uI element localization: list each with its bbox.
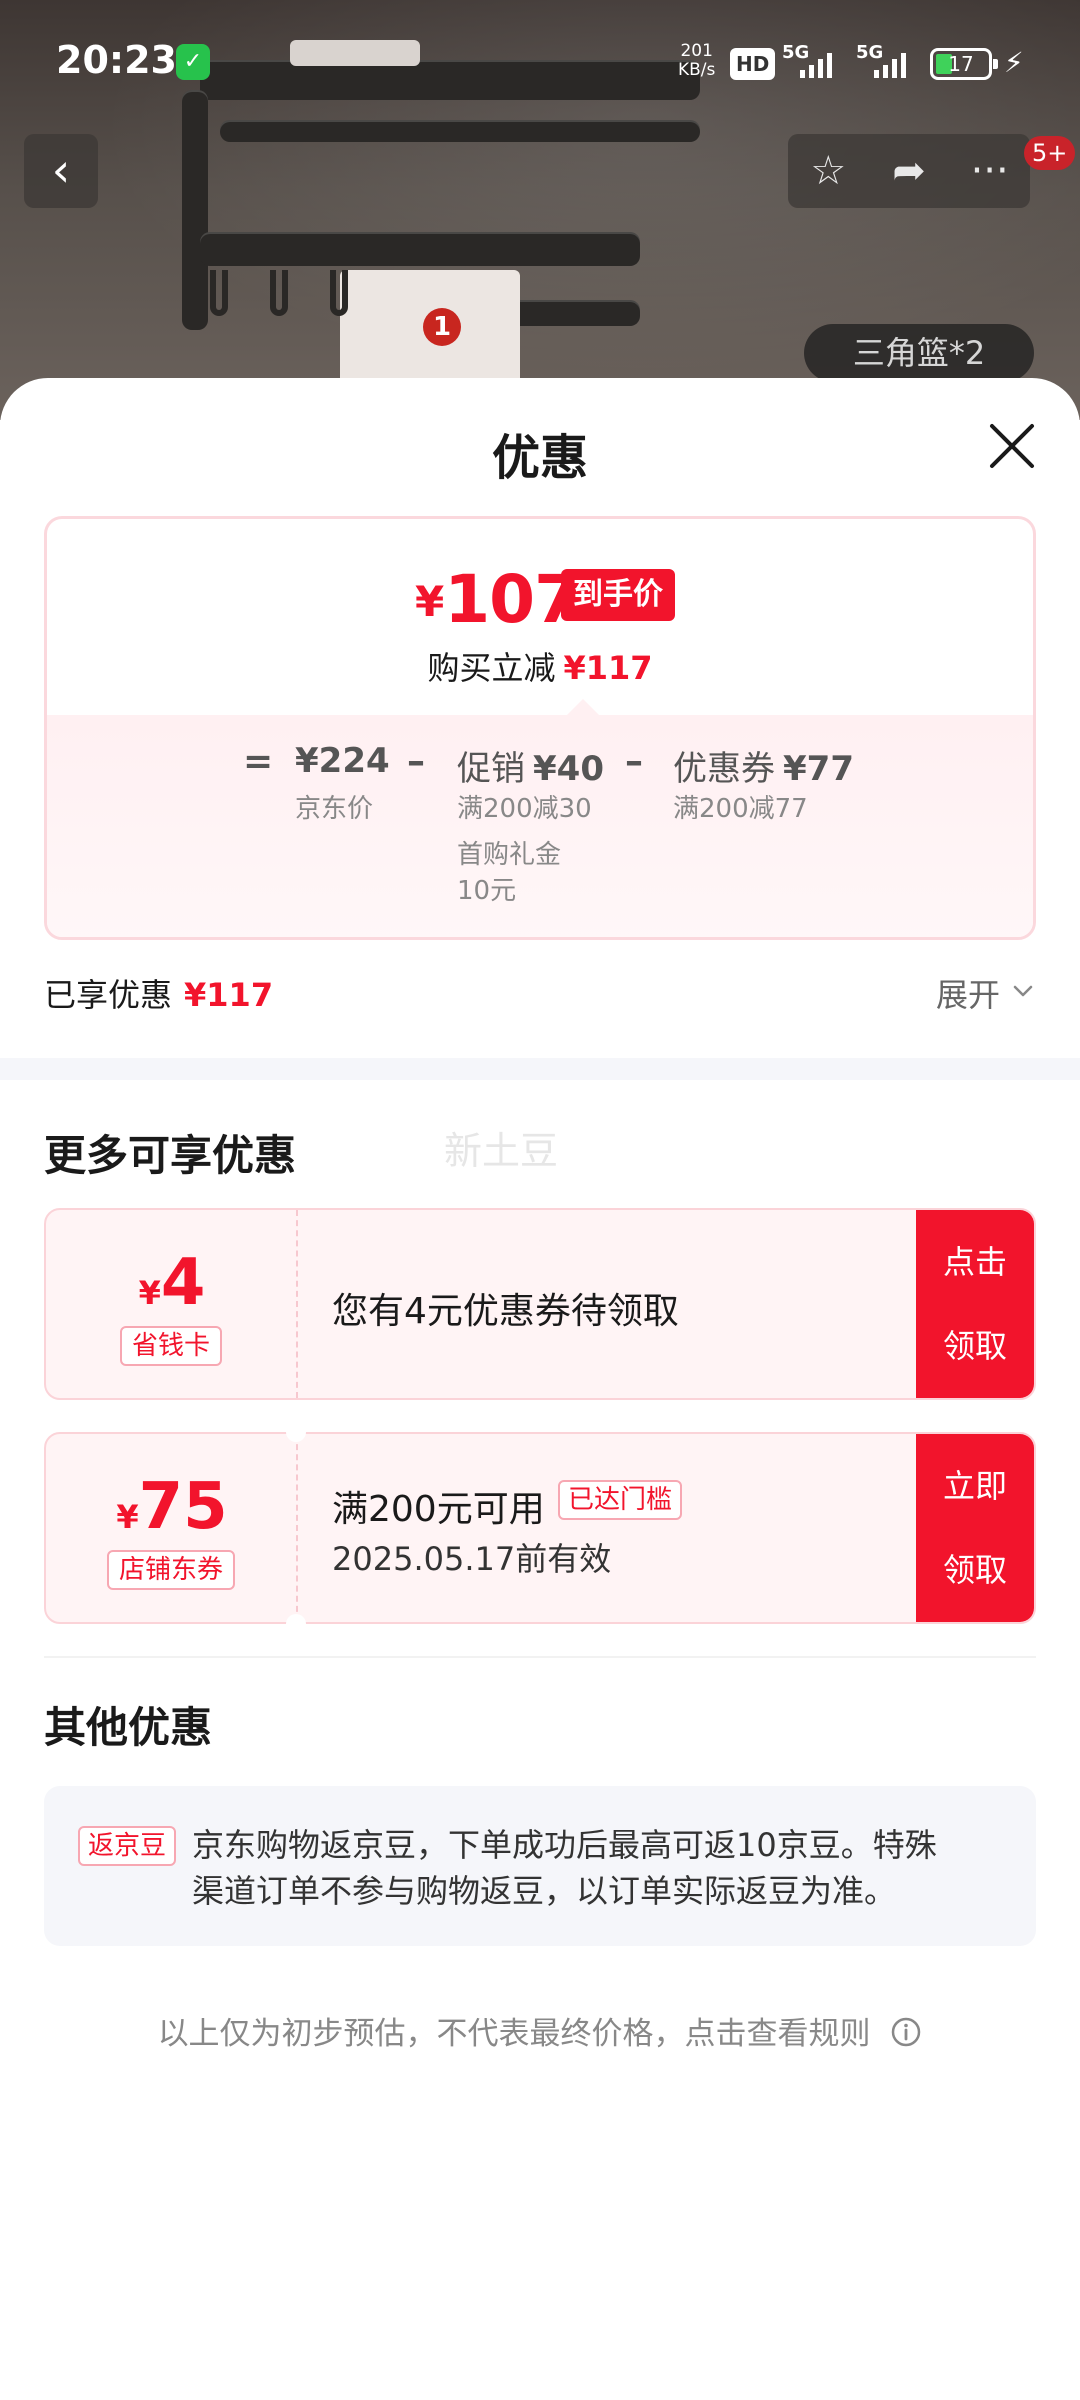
expand-button[interactable]: 展开 [936, 970, 1000, 1016]
rebate-tag: 返京豆 [78, 1826, 177, 1866]
coupon-validity: 2025.05.17前有效 [332, 1540, 612, 1578]
enjoyed-value: ¥117 [184, 976, 274, 1014]
claim-button-line-2: 领取 [942, 1551, 1007, 1589]
equals-sign: = [243, 741, 274, 782]
coupon-amount-value: 4 [160, 1246, 206, 1320]
enjoyed-label: 已享优惠 [44, 976, 173, 1014]
minus-sign: – [407, 741, 425, 782]
product-tag: 三角篮*2 [804, 324, 1034, 382]
minus-sign: – [625, 741, 643, 782]
claim-button-line-2: 领取 [942, 1327, 1007, 1365]
more-discounts-title: 更多可享优惠 [44, 1131, 297, 1180]
rack-bottom-bar [500, 300, 640, 326]
coupon-type-tag: 店铺东券 [106, 1550, 236, 1590]
speed-value: 201 [680, 41, 713, 61]
coupon-cutout [286, 1614, 306, 1634]
battery-icon: 17 [930, 48, 998, 80]
first-purchase-gift: 首购礼金 [457, 840, 562, 870]
discount-sheet: 优惠 ¥107 到手价 购买立减 ¥117 = ¥224 京东价 – 促销 ¥40 … [0, 378, 1080, 2400]
rack-upright [182, 90, 208, 330]
more-icon[interactable]: ··· [955, 134, 1025, 208]
coupon-amount: 优惠券 ¥77 [673, 741, 854, 790]
currency-symbol: ¥ [116, 1498, 139, 1536]
close-icon[interactable] [982, 416, 1042, 476]
rebate-description: 京东购物返京豆，下单成功后最高可返10京豆。特殊 渠道订单不参与购物返豆，以订单… [192, 1822, 982, 1914]
pointer-notch [567, 699, 599, 715]
base-price-label: 京东价 [295, 794, 374, 824]
coupon-value-area: ¥75 店铺东券 [46, 1434, 298, 1622]
base-price: ¥224 [295, 741, 390, 781]
section-divider [0, 1058, 1080, 1080]
chevron-down-icon[interactable] [1012, 980, 1034, 1002]
status-bar: 20:23 ✓ 201 KB/s HD 5G 5G 17 ⚡ [0, 0, 1080, 120]
star-icon[interactable]: ☆ [793, 134, 863, 208]
claim-button-line-1: 立即 [942, 1467, 1007, 1505]
claim-button[interactable]: 点击 领取 [916, 1210, 1034, 1398]
back-button[interactable]: ‹ [24, 134, 98, 208]
promo-amount: 促销 ¥40 [457, 741, 604, 790]
rack-lower-bar [200, 232, 640, 266]
threshold-reached-tag: 已达门槛 [558, 1480, 683, 1520]
coupon-amount: ¥4 [46, 1246, 298, 1320]
jingdou-rebate-info: 返京豆 京东购物返京豆，下单成功后最高可返10京豆。特殊 渠道订单不参与购物返豆… [44, 1786, 1036, 1946]
claim-button[interactable]: 立即 领取 [916, 1434, 1034, 1622]
rules-link[interactable]: 以上仅为初步预估，不代表最终价格，点击查看规则 [0, 2008, 1080, 2053]
coupon-rule: 满200减77 [673, 794, 808, 824]
nav-actions: ☆ ➦ ··· [788, 134, 1030, 208]
hook [210, 270, 228, 316]
signal-2-icon [874, 52, 906, 78]
coupon-amount-value: 75 [138, 1470, 228, 1544]
coupon-value-area: ¥4 省钱卡 [46, 1210, 298, 1398]
coupon-amount: ¥75 [46, 1470, 298, 1544]
divider-line [44, 1656, 1036, 1658]
rules-link-text: 以上仅为初步预估，不代表最终价格，点击查看规则 [157, 2016, 871, 2052]
first-purchase-gift-amount: 10元 [457, 876, 517, 906]
shield-icon: ✓ [176, 44, 210, 80]
charging-icon: ⚡ [1004, 46, 1024, 79]
price-breakdown-card: ¥107 到手价 购买立减 ¥117 = ¥224 京东价 – 促销 ¥40 满20… [44, 516, 1036, 940]
info-icon [892, 2017, 921, 2047]
price-formula: = ¥224 京东价 – 促销 ¥40 满200减30 首购礼金 10元 – 优惠… [47, 715, 1033, 937]
final-price-badge: 到手价 [561, 569, 675, 621]
back-icon: ‹ [51, 143, 71, 197]
sheet-title: 优惠 [491, 430, 588, 486]
message-count-badge: 5+ [1024, 136, 1076, 170]
coupon-description: 满200元可用 [332, 1489, 545, 1530]
rebate-line-2: 渠道订单不参与购物返豆，以订单实际返豆为准。 [192, 1872, 897, 1910]
claim-button-line-1: 点击 [942, 1243, 1007, 1281]
hd-indicator: HD [730, 48, 776, 80]
promo-value: ¥40 [533, 749, 604, 789]
currency-symbol: ¥ [138, 1274, 161, 1312]
final-price-area: ¥107 到手价 购买立减 ¥117 [47, 519, 1033, 715]
rack-middle-bar [220, 120, 700, 142]
coupon-card[interactable]: ¥4 省钱卡 您有4元优惠券待领取 点击领取 [44, 1208, 1036, 1400]
coupon-description: 您有4元优惠券待领取 [332, 1291, 679, 1332]
coupon-label: 优惠券 [673, 749, 775, 789]
clock: 20:23 [56, 38, 177, 82]
instant-discount-label: 购买立减 [427, 649, 556, 687]
promo-label: 促销 [457, 749, 525, 789]
other-discounts-title: 其他优惠 [44, 1703, 213, 1752]
coupon-type-tag: 省钱卡 [119, 1326, 223, 1366]
callout-badge: 1 [423, 308, 461, 346]
currency-symbol: ¥ [415, 577, 445, 626]
coupon-value: ¥77 [783, 749, 854, 789]
speed-unit: KB/s [678, 60, 716, 80]
hook [330, 270, 348, 316]
coupon-cutout [286, 1422, 306, 1442]
instant-discount: 购买立减 ¥117 [47, 643, 1033, 689]
enjoyed-discount: 已享优惠 ¥117 [44, 970, 273, 1016]
final-price: ¥107 [415, 561, 580, 638]
watermark: 新土豆 [444, 1129, 559, 1173]
battery-percent: 17 [948, 52, 974, 76]
signal-1-icon [800, 52, 832, 78]
rebate-line-1: 京东购物返京豆，下单成功后最高可返10京豆。特殊 [192, 1826, 937, 1864]
final-price-value: 107 [444, 561, 580, 638]
network-speed: 201 KB/s [678, 42, 715, 80]
share-icon[interactable]: ➦ [874, 134, 944, 208]
promo-rule: 满200减30 [457, 794, 592, 824]
hook [270, 270, 288, 316]
instant-discount-value: ¥117 [563, 649, 653, 687]
coupon-card[interactable]: ¥75 店铺东券 满200元可用 已达门槛 2025.05.17前有效 立即领取 [44, 1432, 1036, 1624]
